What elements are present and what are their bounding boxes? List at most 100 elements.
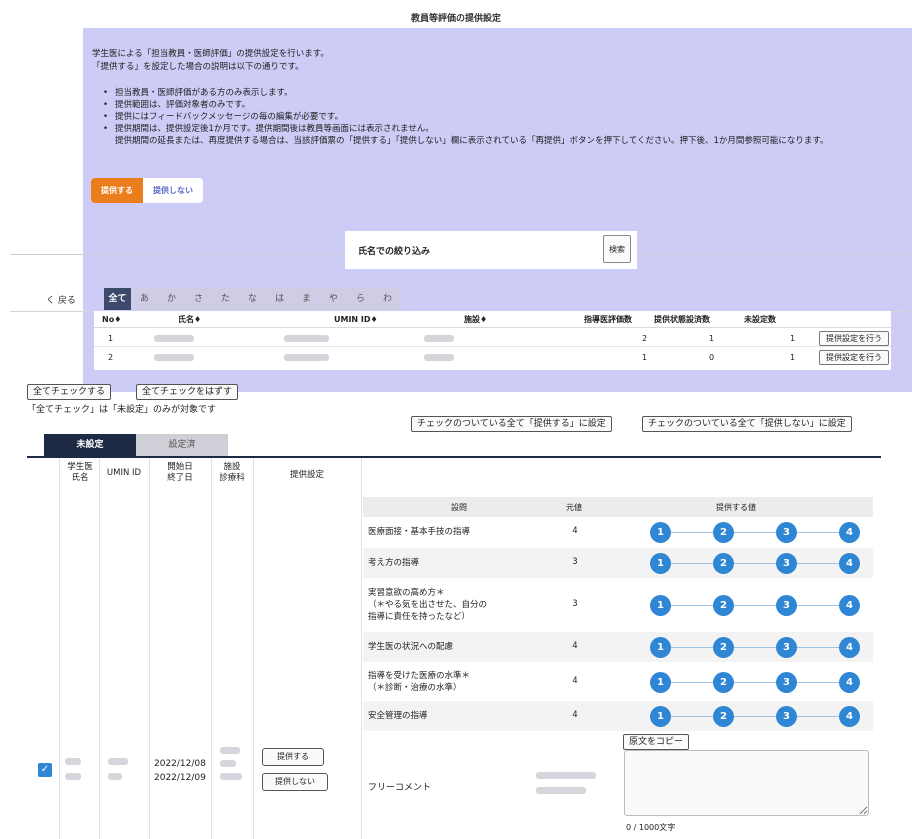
kana-tab-ha[interactable]: は	[266, 288, 293, 310]
col-name[interactable]: 氏名♦	[178, 311, 201, 328]
kana-tab-ka[interactable]: か	[158, 288, 185, 310]
not-provide-button[interactable]: 提供しない	[262, 773, 328, 791]
row-facility-redacted	[424, 349, 454, 366]
scale-option-3[interactable]: 3	[776, 522, 797, 543]
scale-track	[660, 682, 849, 683]
scale-option-1[interactable]: 1	[650, 672, 671, 693]
row-checkbox[interactable]: ✓	[38, 763, 52, 777]
row-unset-count: 1	[790, 353, 796, 362]
original-value: 4	[572, 710, 578, 720]
original-value: 3	[572, 557, 578, 567]
hdr-umin: UMIN ID	[106, 468, 142, 478]
col-facility[interactable]: 施設♦	[464, 311, 487, 328]
provide-toggle[interactable]: 提供する 提供しない	[91, 178, 203, 203]
kana-tab-ya[interactable]: や	[320, 288, 347, 310]
scale-option-1[interactable]: 1	[650, 637, 671, 658]
col-umin[interactable]: UMIN ID♦	[334, 311, 378, 328]
toggle-provide[interactable]: 提供する	[91, 178, 143, 203]
scale-option-4[interactable]: 4	[839, 637, 860, 658]
intro-line-1: 学生医による「担当教員・医師評価」の提供設定を行います。	[92, 49, 329, 59]
check-all-button[interactable]: 全てチェックする	[27, 384, 112, 400]
scale-track	[660, 647, 849, 648]
hdr-student: 学生医 氏名	[67, 462, 93, 483]
col-divider	[59, 458, 60, 839]
bullet-2: 提供範囲は、評価対象者のみです。	[115, 100, 251, 110]
scale-option-1[interactable]: 1	[650, 522, 671, 543]
scale-option-4[interactable]: 4	[839, 553, 860, 574]
kana-tab-wa[interactable]: わ	[374, 288, 401, 310]
intro-line-2: 「提供する」を設定した場合の説明は以下の通りです。	[92, 62, 304, 72]
kana-tab-ma[interactable]: ま	[293, 288, 320, 310]
bullet-4: 提供期間は、提供設定後1か月です。提供期間後は教員等画面には表示されません。	[115, 124, 434, 134]
free-comment-textarea[interactable]	[624, 750, 869, 816]
qhdr-provide: 提供する値	[716, 503, 756, 512]
provide-button[interactable]: 提供する	[262, 748, 324, 766]
name-filter-input[interactable]	[436, 233, 596, 267]
original-value: 3	[572, 599, 578, 609]
col-no[interactable]: No♦	[102, 311, 121, 328]
kana-tab-sa[interactable]: さ	[185, 288, 212, 310]
scale-option-1[interactable]: 1	[650, 553, 671, 574]
start-date: 2022/12/08	[154, 759, 206, 769]
scale-option-4[interactable]: 4	[839, 672, 860, 693]
facility-redacted	[220, 747, 242, 780]
col-eval-count: 指導医評価数	[584, 315, 632, 324]
hdr-facility: 施設 診療科	[219, 462, 245, 483]
filter-label: 氏名での絞り込み	[358, 247, 431, 257]
col-status-count: 提供状態設済数	[654, 315, 710, 324]
scale-option-2[interactable]: 2	[713, 637, 734, 658]
row-status-count: 1	[709, 334, 715, 343]
qhdr-question: 設問	[451, 503, 467, 512]
uncheck-all-button[interactable]: 全てチェックをはずす	[136, 384, 239, 400]
evaluator-list: No♦ 氏名♦ UMIN ID♦ 施設♦ 指導医評価数 提供状態設済数 未設定数…	[94, 311, 891, 370]
intro-bullets: • 担当教員・医師評価がある方のみ表示します。 • 提供範囲は、評価対象者のみです。…	[103, 88, 829, 146]
scale-track	[660, 605, 849, 606]
provide-setting-button[interactable]: 提供設定を行う	[819, 350, 889, 365]
search-button[interactable]: 検索	[603, 235, 631, 263]
scale-option-2[interactable]: 2	[713, 706, 734, 727]
scale-option-4[interactable]: 4	[839, 595, 860, 616]
hdr-setting: 提供設定	[289, 470, 324, 480]
kana-tab-ta[interactable]: た	[212, 288, 239, 310]
copy-original-button[interactable]: 原文をコピー	[623, 734, 690, 750]
scale-option-2[interactable]: 2	[713, 553, 734, 574]
provide-setting-button[interactable]: 提供設定を行う	[819, 331, 889, 346]
scale-option-3[interactable]: 3	[776, 595, 797, 616]
question-header: 設問 元値 提供する値	[363, 497, 873, 517]
row-no: 1	[108, 334, 114, 343]
tab-set[interactable]: 設定済	[136, 434, 228, 456]
umin-redacted	[108, 758, 128, 780]
student-name-redacted	[65, 758, 81, 780]
scale-option-4[interactable]: 4	[839, 706, 860, 727]
tab-unset[interactable]: 未設定	[44, 434, 136, 456]
col-divider	[99, 458, 100, 839]
scale-track	[660, 716, 849, 717]
scale-option-2[interactable]: 2	[713, 522, 734, 543]
scale-track	[660, 563, 849, 564]
set-not-provide-button[interactable]: チェックのついている全て「提供しない」に設定	[642, 416, 852, 432]
question-text: 実習意欲の高め方＊ （＊やる気を出させた、自分の 指導に責任を持ったなど）	[368, 588, 488, 622]
row-umin-redacted	[284, 330, 329, 347]
col-divider	[211, 458, 212, 839]
scale-option-2[interactable]: 2	[713, 595, 734, 616]
scale-option-3[interactable]: 3	[776, 672, 797, 693]
row-eval-count: 2	[642, 334, 648, 343]
list-row: 2 1 0 1 提供設定を行う	[94, 349, 891, 366]
kana-tab-all[interactable]: 全て	[104, 288, 131, 310]
row-umin-redacted	[284, 349, 329, 366]
scale-option-1[interactable]: 1	[650, 595, 671, 616]
kana-tab-na[interactable]: な	[239, 288, 266, 310]
scale-option-4[interactable]: 4	[839, 522, 860, 543]
list-row: 1 2 1 1 提供設定を行う	[94, 330, 891, 347]
scale-option-3[interactable]: 3	[776, 553, 797, 574]
row-no: 2	[108, 353, 114, 362]
scale-option-3[interactable]: 3	[776, 637, 797, 658]
kana-tab-ra[interactable]: ら	[347, 288, 374, 310]
kana-tab-a[interactable]: あ	[131, 288, 158, 310]
scale-option-2[interactable]: 2	[713, 672, 734, 693]
back-link[interactable]: く 戻る	[46, 293, 76, 306]
toggle-not-provide[interactable]: 提供しない	[143, 178, 203, 203]
scale-option-3[interactable]: 3	[776, 706, 797, 727]
set-provide-button[interactable]: チェックのついている全て「提供する」に設定	[411, 416, 612, 432]
scale-option-1[interactable]: 1	[650, 706, 671, 727]
